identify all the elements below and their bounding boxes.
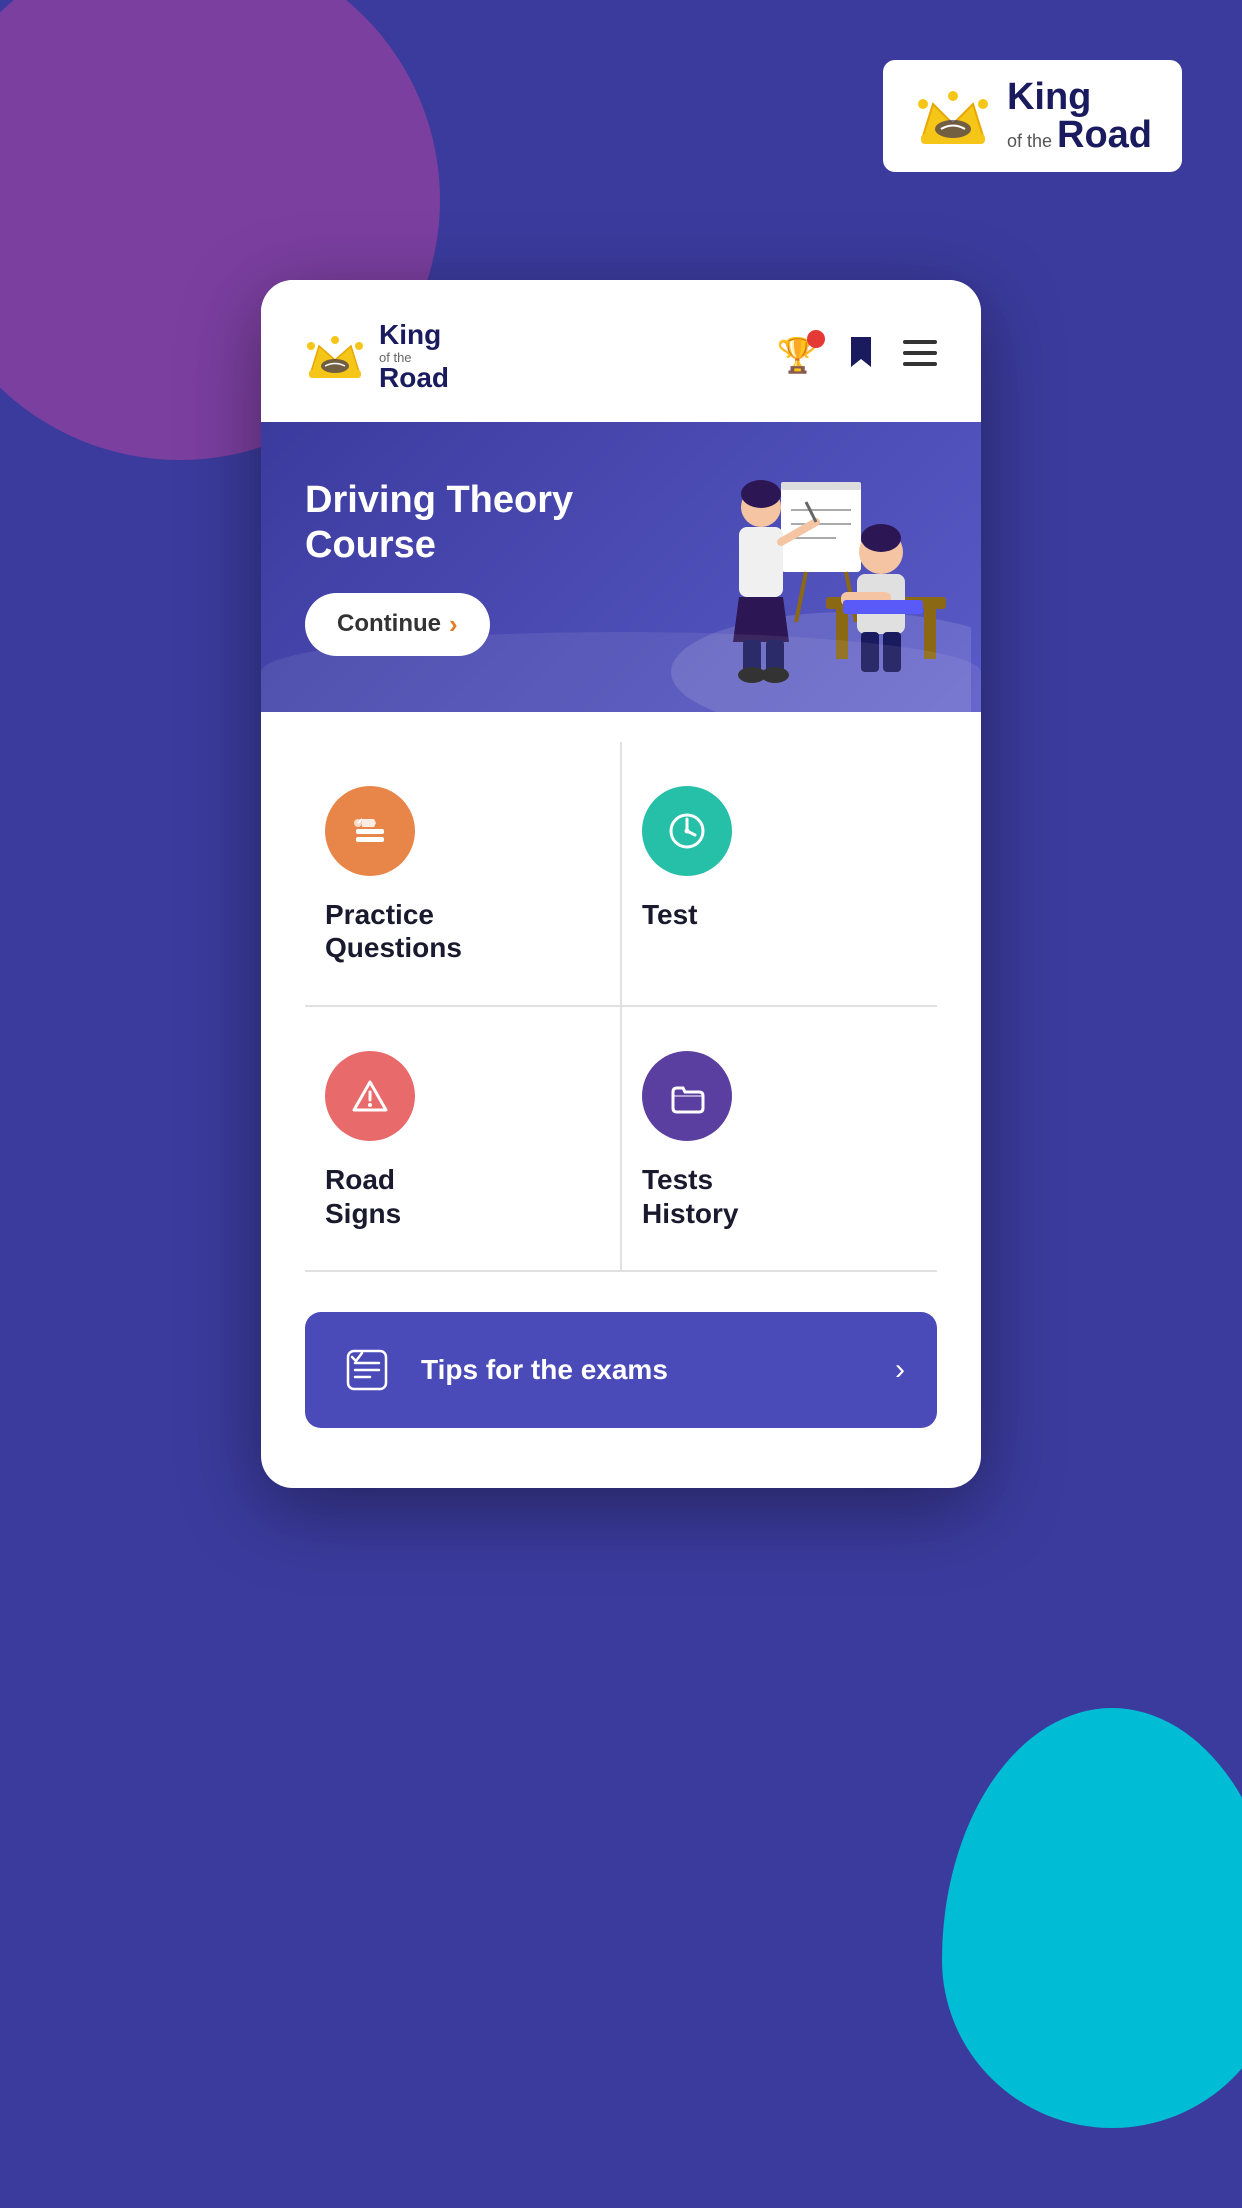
notification-badge bbox=[807, 330, 825, 348]
tests-history-item[interactable]: Tests History bbox=[621, 1007, 937, 1272]
hamburger-menu-button[interactable] bbox=[903, 337, 937, 374]
tests-history-label: Tests History bbox=[642, 1163, 917, 1230]
tips-banner[interactable]: Tips for the exams › bbox=[305, 1312, 937, 1428]
pencil-circle-icon bbox=[348, 809, 392, 853]
continue-button[interactable]: Continue › bbox=[305, 593, 490, 656]
bookmark-icon bbox=[847, 335, 875, 371]
tips-arrow-icon: › bbox=[895, 1353, 905, 1387]
phone-card: King of the Road 🏆 bbox=[261, 280, 981, 1488]
tests-history-icon-circle bbox=[642, 1051, 732, 1141]
practice-questions-icon-circle bbox=[325, 786, 415, 876]
banner-content: Driving Theory Course Continue › bbox=[261, 478, 617, 656]
app-logo-crown-icon bbox=[305, 332, 365, 380]
test-item[interactable]: Test bbox=[621, 742, 937, 1007]
tips-label: Tips for the exams bbox=[421, 1354, 871, 1386]
clock-circle-icon bbox=[665, 809, 709, 853]
menu-grid: Practice Questions Test bbox=[261, 742, 981, 1272]
road-signs-item[interactable]: Road Signs bbox=[305, 1007, 621, 1272]
top-logo-crown-icon bbox=[913, 84, 993, 148]
folder-circle-icon bbox=[665, 1074, 709, 1118]
banner-title: Driving Theory Course bbox=[305, 478, 573, 569]
practice-questions-item[interactable]: Practice Questions bbox=[305, 742, 621, 1007]
test-label: Test bbox=[642, 898, 917, 932]
practice-questions-label: Practice Questions bbox=[325, 898, 600, 965]
road-signs-label: Road Signs bbox=[325, 1163, 600, 1230]
app-logo-text: King of the Road bbox=[379, 320, 449, 392]
top-logo-text: King of the Road bbox=[1007, 78, 1152, 154]
app-header: King of the Road 🏆 bbox=[261, 280, 981, 422]
continue-arrow-icon: › bbox=[449, 609, 458, 640]
hamburger-icon bbox=[903, 340, 937, 366]
test-icon-circle bbox=[642, 786, 732, 876]
road-signs-icon-circle bbox=[325, 1051, 415, 1141]
course-banner: Driving Theory Course Continue › bbox=[261, 422, 981, 712]
warning-circle-icon bbox=[348, 1074, 392, 1118]
checklist-icon bbox=[342, 1345, 392, 1395]
tips-icon-box bbox=[337, 1340, 397, 1400]
header-icons: 🏆 bbox=[777, 335, 937, 376]
app-logo: King of the Road bbox=[305, 320, 449, 392]
trophy-button[interactable]: 🏆 bbox=[777, 336, 819, 376]
top-right-logo: King of the Road bbox=[883, 60, 1182, 172]
bookmark-button[interactable] bbox=[847, 335, 875, 376]
bg-blob-teal bbox=[942, 1708, 1242, 2128]
